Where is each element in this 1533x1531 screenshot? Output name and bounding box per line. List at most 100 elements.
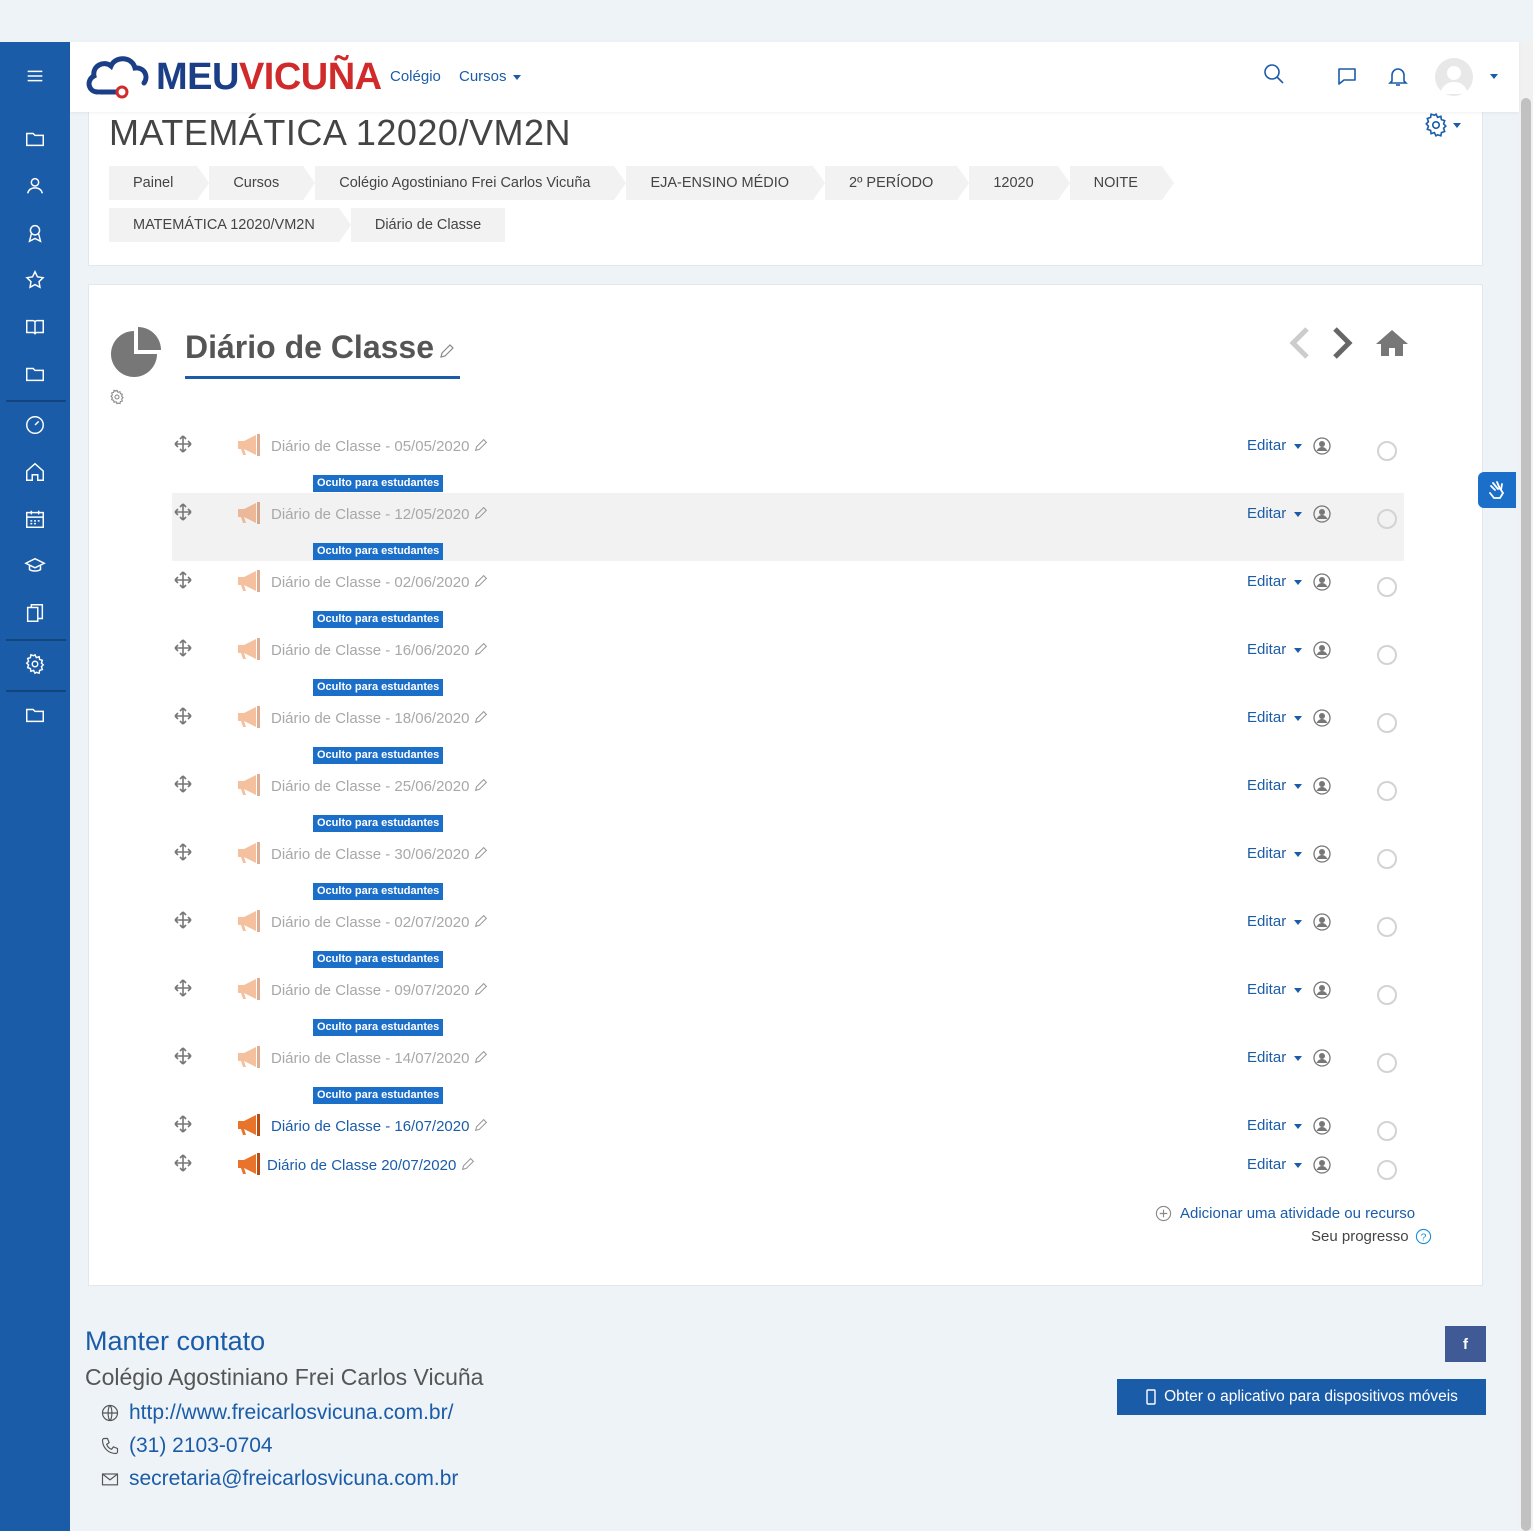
footer-email-link[interactable]: secretaria@freicarlosvicuna.com.br	[129, 1467, 458, 1491]
add-activity-link[interactable]: Adicionar uma atividade ou recurso	[1155, 1205, 1415, 1222]
activity-link[interactable]: Diário de Classe - 16/07/2020	[271, 1117, 489, 1135]
person-icon[interactable]	[1313, 1049, 1331, 1067]
person-icon[interactable]	[1313, 777, 1331, 795]
breadcrumb-item[interactable]: Painel	[109, 166, 210, 200]
breadcrumb-item[interactable]: 12020	[969, 166, 1070, 200]
completion-checkbox[interactable]	[1377, 781, 1397, 801]
menu-icon[interactable]	[0, 56, 70, 96]
breadcrumb-item[interactable]: 2º PERÍODO	[825, 166, 970, 200]
pencil-icon[interactable]	[473, 1117, 489, 1133]
pencil-icon[interactable]	[473, 845, 489, 861]
edit-menu[interactable]: Editar	[1247, 1049, 1303, 1066]
activity-link[interactable]: Diário de Classe - 16/06/2020	[271, 641, 489, 659]
pencil-icon[interactable]	[473, 913, 489, 929]
site-logo[interactable]: MEUVICUÑA	[84, 50, 382, 104]
completion-checkbox[interactable]	[1377, 713, 1397, 733]
folder-icon[interactable]	[0, 119, 70, 159]
folder-icon[interactable]	[0, 354, 70, 394]
home-icon[interactable]	[0, 452, 70, 492]
star-icon[interactable]	[0, 260, 70, 300]
breadcrumb-item[interactable]: MATEMÁTICA 12020/VM2N	[109, 208, 351, 242]
person-icon[interactable]	[1313, 709, 1331, 727]
pencil-icon[interactable]	[460, 1156, 476, 1172]
edit-menu[interactable]: Editar	[1247, 573, 1303, 590]
activity-link[interactable]: Diário de Classe - 02/07/2020	[271, 913, 489, 931]
gear-icon[interactable]	[0, 644, 70, 684]
move-icon[interactable]	[174, 911, 192, 929]
nav-link-cursos[interactable]: Cursos	[459, 68, 521, 85]
pencil-icon[interactable]	[473, 437, 489, 453]
move-icon[interactable]	[174, 979, 192, 997]
edit-menu[interactable]: Editar	[1247, 1156, 1303, 1173]
edit-menu[interactable]: Editar	[1247, 777, 1303, 794]
completion-checkbox[interactable]	[1377, 509, 1397, 529]
move-icon[interactable]	[174, 503, 192, 521]
edit-menu[interactable]: Editar	[1247, 1117, 1303, 1134]
edit-menu[interactable]: Editar	[1247, 641, 1303, 658]
activity-link[interactable]: Diário de Classe - 14/07/2020	[271, 1049, 489, 1067]
search-icon[interactable]	[1262, 62, 1286, 86]
calendar-icon[interactable]	[0, 499, 70, 539]
breadcrumb-item[interactable]: Colégio Agostiniano Frei Carlos Vicuña	[315, 166, 627, 200]
completion-checkbox[interactable]	[1377, 645, 1397, 665]
edit-menu[interactable]: Editar	[1247, 913, 1303, 930]
badge-icon[interactable]	[0, 213, 70, 253]
chat-icon[interactable]	[1335, 64, 1359, 88]
pencil-icon[interactable]	[473, 777, 489, 793]
activity-link[interactable]: Diário de Classe - 05/05/2020	[271, 437, 489, 455]
activity-link[interactable]: Diário de Classe - 25/06/2020	[271, 777, 489, 795]
sign-language-icon[interactable]	[1478, 472, 1516, 508]
completion-checkbox[interactable]	[1377, 1053, 1397, 1073]
chevron-left-icon[interactable]	[1287, 325, 1313, 361]
move-icon[interactable]	[174, 843, 192, 861]
pencil-icon[interactable]	[473, 1049, 489, 1065]
course-settings-menu[interactable]	[1423, 112, 1461, 138]
person-icon[interactable]	[1313, 641, 1331, 659]
breadcrumb-item[interactable]: NOITE	[1069, 166, 1174, 200]
activity-link[interactable]: Diário de Classe - 18/06/2020	[271, 709, 489, 727]
avatar[interactable]	[1435, 58, 1473, 96]
graduation-cap-icon[interactable]	[0, 546, 70, 586]
person-icon[interactable]	[1313, 1156, 1331, 1174]
help-icon[interactable]: ?	[1415, 1228, 1432, 1245]
bell-icon[interactable]	[1386, 64, 1410, 88]
dashboard-icon[interactable]	[0, 405, 70, 445]
gear-icon[interactable]	[109, 389, 125, 405]
scrollbar-thumb[interactable]	[1521, 98, 1531, 1531]
completion-checkbox[interactable]	[1377, 1160, 1397, 1180]
pencil-icon[interactable]	[473, 981, 489, 997]
move-icon[interactable]	[174, 571, 192, 589]
edit-menu[interactable]: Editar	[1247, 709, 1303, 726]
activity-link[interactable]: Diário de Classe - 09/07/2020	[271, 981, 489, 999]
footer-email[interactable]: secretaria@freicarlosvicuna.com.br	[100, 1467, 458, 1491]
activity-link[interactable]: Diário de Classe - 02/06/2020	[271, 573, 489, 591]
activity-link[interactable]: Diário de Classe - 12/05/2020	[271, 505, 489, 523]
completion-checkbox[interactable]	[1377, 849, 1397, 869]
completion-checkbox[interactable]	[1377, 985, 1397, 1005]
user-icon[interactable]	[0, 166, 70, 206]
breadcrumb-item[interactable]: Cursos	[209, 166, 316, 200]
footer-website-link[interactable]: http://www.freicarlosvicuna.com.br/	[129, 1401, 453, 1425]
move-icon[interactable]	[174, 775, 192, 793]
move-icon[interactable]	[174, 1115, 192, 1133]
folder-icon[interactable]	[0, 695, 70, 735]
nav-link-colegio[interactable]: Colégio	[390, 68, 441, 85]
chevron-right-icon[interactable]	[1329, 325, 1355, 361]
person-icon[interactable]	[1313, 913, 1331, 931]
completion-checkbox[interactable]	[1377, 577, 1397, 597]
breadcrumb-item[interactable]: EJA-ENSINO MÉDIO	[626, 166, 826, 200]
person-icon[interactable]	[1313, 981, 1331, 999]
move-icon[interactable]	[174, 707, 192, 725]
book-icon[interactable]	[0, 307, 70, 347]
activity-link[interactable]: Diário de Classe - 30/06/2020	[271, 845, 489, 863]
edit-menu[interactable]: Editar	[1247, 845, 1303, 862]
person-icon[interactable]	[1313, 845, 1331, 863]
edit-menu[interactable]: Editar	[1247, 505, 1303, 522]
move-icon[interactable]	[174, 1154, 192, 1172]
pencil-icon[interactable]	[473, 709, 489, 725]
move-icon[interactable]	[174, 435, 192, 453]
completion-checkbox[interactable]	[1377, 441, 1397, 461]
activity-link[interactable]: Diário de Classe 20/07/2020	[267, 1156, 476, 1174]
files-icon[interactable]	[0, 593, 70, 633]
edit-menu[interactable]: Editar	[1247, 981, 1303, 998]
